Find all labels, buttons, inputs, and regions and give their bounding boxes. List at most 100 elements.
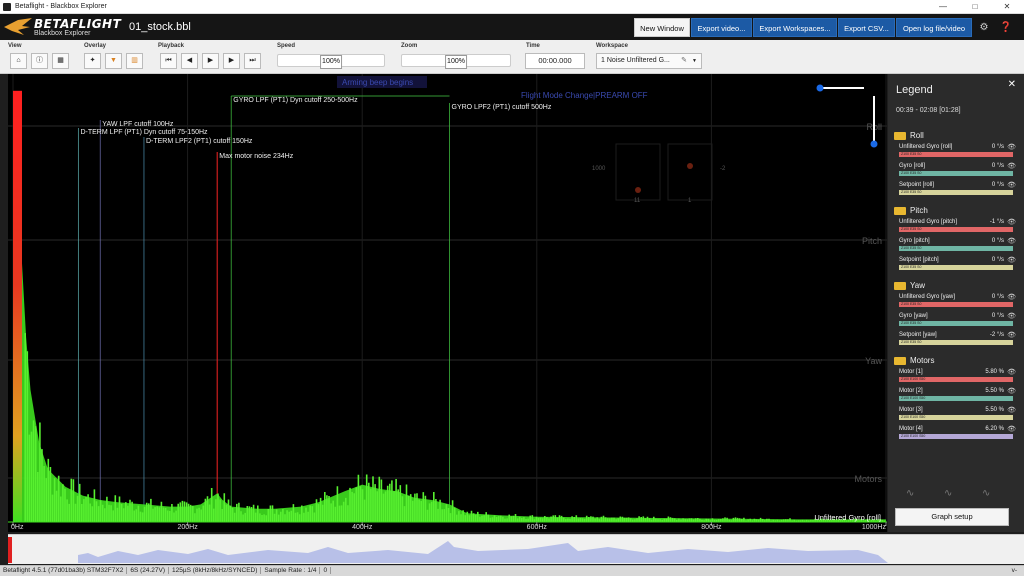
workspace-select[interactable]: 1 Noise Unfiltered G... ✎ ▼ — [596, 53, 702, 69]
home-icon[interactable]: ⌂ — [10, 53, 27, 69]
x-tick-label: 200Hz — [177, 524, 198, 531]
step-back-icon[interactable]: ◀ — [181, 53, 198, 69]
legend-field-value: 0 °/s — [991, 313, 1004, 319]
legend-group-header[interactable]: Motors — [894, 355, 1020, 367]
new-window-button[interactable]: New Window — [634, 18, 690, 37]
folder-icon — [894, 282, 906, 290]
eye-icon[interactable]: 👁 — [1007, 406, 1016, 414]
eye-icon[interactable]: 👁 — [1007, 331, 1016, 339]
legend-field[interactable]: Gyro [pitch] 0 °/s 👁 Z100 E35 S0 — [894, 236, 1020, 255]
legend-field-value: 0 °/s — [991, 144, 1004, 150]
axis-name-label: Yaw — [865, 356, 882, 366]
graph-setup-button[interactable]: Graph setup — [895, 508, 1009, 526]
play-icon[interactable]: ▶ — [202, 53, 219, 69]
legend-field[interactable]: Unfiltered Gyro [roll] 0 °/s 👁 Z100 E35 S0 — [894, 142, 1020, 161]
eye-icon[interactable]: 👁 — [1007, 368, 1016, 376]
legend-field-value: 5.50 % — [985, 388, 1004, 394]
close-icon[interactable]: ✕ — [992, 0, 1022, 14]
jump-start-icon[interactable]: ⏮ — [160, 53, 177, 69]
export-csv-button[interactable]: Export CSV... — [838, 18, 895, 37]
speed-slider[interactable]: 100% — [277, 54, 385, 69]
export-video-button[interactable]: Export video... — [691, 18, 752, 37]
filter-annotation-label: D-TERM LPF2 (PT1) cutoff 150Hz — [146, 138, 253, 145]
eye-icon[interactable]: 👁 — [1007, 387, 1016, 395]
zoom-label: Zoom — [401, 43, 418, 49]
spectrum-svg: RollPitchYawMotorsArming beep beginsFlig… — [8, 74, 887, 531]
eye-icon[interactable]: 👁 — [1007, 162, 1016, 170]
legend-field-name: Gyro [yaw] — [899, 313, 928, 319]
time-input[interactable]: 00:00.000 — [525, 53, 585, 69]
roll-curve-icon[interactable]: ∿ — [906, 488, 914, 499]
close-icon[interactable]: ✕ — [1008, 79, 1016, 90]
pencil-icon[interactable]: ✎ — [681, 54, 687, 68]
legend-field-scale: Z100 E35 S0 — [899, 171, 1013, 176]
status-version: v- — [1011, 567, 1017, 574]
legend-field[interactable]: Gyro [yaw] 0 °/s 👁 Z100 E35 S0 — [894, 311, 1020, 330]
event-arming-beep: Arming beep begins — [342, 78, 413, 87]
legend-field[interactable]: Motor [3] 5.50 % 👁 Z100 E100 S50 — [894, 405, 1020, 424]
eye-icon[interactable]: 👁 — [1007, 256, 1016, 264]
axis-name-label: Motors — [854, 474, 882, 484]
analyser-icon[interactable]: ▥ — [126, 53, 143, 69]
seek-activity-svg — [8, 537, 888, 563]
legend-group-header[interactable]: Yaw — [894, 280, 1020, 292]
legend-field[interactable]: Motor [2] 5.50 % 👁 Z100 E100 S50 — [894, 386, 1020, 405]
yaw-curve-icon[interactable]: ∿ — [982, 488, 990, 499]
brand-text: BETAFLIGHT — [34, 17, 122, 31]
legend-field-scale: Z100 E100 S50 — [899, 396, 1013, 401]
zoom-slider[interactable]: 100% — [401, 54, 511, 69]
legend-field[interactable]: Setpoint [yaw] -2 °/s 👁 Z100 E35 S0 — [894, 330, 1020, 349]
minimize-icon[interactable]: — — [928, 0, 958, 14]
help-icon[interactable]: ❓ — [999, 21, 1013, 35]
legend-group-header[interactable]: Roll — [894, 130, 1020, 142]
step-forward-icon[interactable]: ▶ — [223, 53, 240, 69]
legend-group-label: Pitch — [910, 206, 928, 215]
horizontal-zoom-handle[interactable] — [816, 84, 824, 92]
legend-field[interactable]: Setpoint [roll] 0 °/s 👁 Z100 E35 S0 — [894, 180, 1020, 199]
eye-icon[interactable]: 👁 — [1007, 181, 1016, 189]
legend-field-scale: Z100 E35 S0 — [899, 227, 1013, 232]
legend-group-motors: Motors Motor [1] 5.80 % 👁 Z100 E100 S50 Motor… — [894, 355, 1020, 443]
seek-bar[interactable] — [8, 534, 1024, 564]
eye-icon[interactable]: 👁 — [1007, 312, 1016, 320]
table-icon[interactable]: ▦ — [52, 53, 69, 69]
info-icon[interactable]: ⓘ — [31, 53, 48, 69]
legend-field[interactable]: Motor [1] 5.80 % 👁 Z100 E100 S50 — [894, 367, 1020, 386]
eye-icon[interactable]: 👁 — [1007, 143, 1016, 151]
legend-field-value: 0 °/s — [991, 257, 1004, 263]
jump-end-icon[interactable]: ⏭ — [244, 53, 261, 69]
legend-field-scale: Z100 E100 S50 — [899, 415, 1013, 420]
legend-group-header[interactable]: Pitch — [894, 205, 1020, 217]
eye-icon[interactable]: 👁 — [1007, 237, 1016, 245]
legend-field[interactable]: Gyro [roll] 0 °/s 👁 Z100 E35 S0 — [894, 161, 1020, 180]
legend-field[interactable]: Setpoint [pitch] 0 °/s 👁 Z100 E35 S0 — [894, 255, 1020, 274]
legend-field[interactable]: Motor [4] 6.20 % 👁 Z100 E100 S50 — [894, 424, 1020, 443]
legend-field-value: -2 °/s — [989, 332, 1004, 338]
sticks-icon[interactable]: ▼ — [105, 53, 122, 69]
pitch-curve-icon[interactable]: ∿ — [944, 488, 952, 499]
status-sample-rate: Sample Rate : 1/4 — [261, 567, 321, 574]
playhead-marker[interactable] — [8, 537, 12, 563]
zoom-value: 100% — [445, 55, 467, 69]
maximize-icon[interactable]: □ — [960, 0, 990, 14]
vertical-zoom-handle[interactable] — [870, 140, 878, 148]
eye-icon[interactable]: 👁 — [1007, 293, 1016, 301]
legend-field[interactable]: Unfiltered Gyro [yaw] 0 °/s 👁 Z100 E35 S0 — [894, 292, 1020, 311]
app-icon — [3, 3, 11, 11]
open-log-button[interactable]: Open log file/video — [896, 18, 972, 37]
axis-name-label: Pitch — [862, 236, 882, 246]
legend-field[interactable]: Unfiltered Gyro [pitch] -1 °/s 👁 Z100 E35 S… — [894, 217, 1020, 236]
legend-field-scale: Z100 E35 S0 — [899, 302, 1013, 307]
legend-field-name: Motor [4] — [899, 426, 923, 432]
legend-field-scale: Z100 E100 S50 — [899, 434, 1013, 439]
folder-icon — [894, 132, 906, 140]
gear-icon[interactable]: ⚙ — [977, 21, 991, 35]
chevron-down-icon[interactable]: ▼ — [692, 54, 697, 68]
export-workspaces-button[interactable]: Export Workspaces... — [753, 18, 837, 37]
eye-icon[interactable]: 👁 — [1007, 425, 1016, 433]
time-label: Time — [526, 43, 540, 49]
craft-icon[interactable]: ✦ — [84, 53, 101, 69]
status-extra: 0 — [320, 567, 332, 574]
spectrum-graph[interactable]: RollPitchYawMotorsArming beep beginsFlig… — [8, 74, 887, 532]
eye-icon[interactable]: 👁 — [1007, 218, 1016, 226]
